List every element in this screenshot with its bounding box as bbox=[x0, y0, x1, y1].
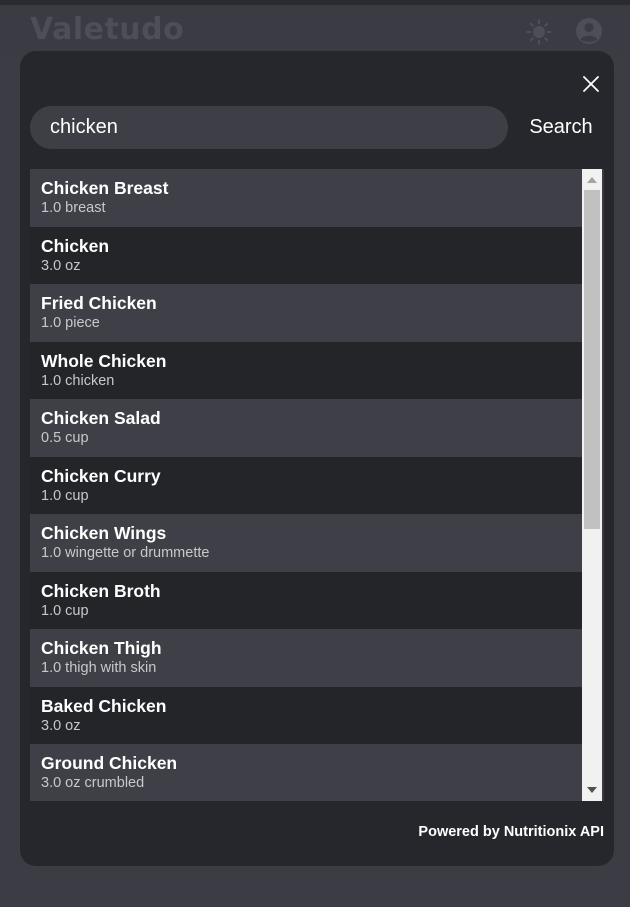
scroll-down-arrow[interactable] bbox=[582, 783, 602, 797]
result-name: Ground Chicken bbox=[41, 753, 178, 773]
result-serving: 1.0 wingette or drummette bbox=[41, 545, 210, 561]
close-icon bbox=[583, 76, 599, 92]
result-serving: 3.0 oz crumbled bbox=[41, 775, 145, 791]
scroll-up-arrow[interactable] bbox=[582, 173, 602, 187]
result-serving: 0.5 cup bbox=[41, 430, 89, 446]
triangle-up-icon bbox=[587, 177, 597, 183]
result-item[interactable]: Chicken Curry 1.0 cup bbox=[30, 456, 582, 514]
search-button[interactable]: Search bbox=[520, 106, 602, 149]
account-button[interactable] bbox=[574, 16, 604, 46]
result-item[interactable]: Ground Chicken 3.0 oz crumbled bbox=[30, 744, 582, 801]
scrollbar-thumb[interactable] bbox=[584, 190, 600, 529]
results-container: Chicken Breast 1.0 breast Chicken 3.0 oz Fri… bbox=[30, 169, 582, 801]
result-name: Chicken Curry bbox=[41, 465, 161, 486]
result-serving: 1.0 cup bbox=[41, 487, 89, 504]
close-button[interactable] bbox=[578, 71, 604, 97]
result-name: Baked Chicken bbox=[41, 695, 167, 716]
result-name: Whole Chicken bbox=[41, 350, 167, 371]
result-serving: 1.0 piece bbox=[41, 315, 100, 331]
result-name: Chicken Breast bbox=[41, 178, 169, 198]
result-item[interactable]: Whole Chicken 1.0 chicken bbox=[30, 341, 582, 399]
result-serving: 1.0 chicken bbox=[41, 372, 115, 389]
app-logo[interactable]: Valetudo bbox=[30, 12, 184, 47]
sun-icon bbox=[526, 19, 552, 45]
result-item[interactable]: Chicken Salad 0.5 cup bbox=[30, 399, 582, 457]
result-serving: 1.0 thigh with skin bbox=[41, 660, 157, 676]
header-top-border bbox=[0, 0, 630, 5]
result-serving: 1.0 breast bbox=[41, 200, 106, 216]
result-name: Chicken Salad bbox=[41, 408, 161, 428]
search-results-list[interactable]: Chicken Breast 1.0 breast Chicken 3.0 oz Fri… bbox=[30, 169, 604, 801]
account-circle-icon bbox=[576, 18, 602, 44]
result-name: Fried Chicken bbox=[41, 293, 157, 313]
food-search-dialog: Search Chicken Breast1.0 breastChicken3.… bbox=[20, 51, 614, 866]
result-name: Chicken Thigh bbox=[41, 638, 162, 658]
result-item[interactable]: Fried Chicken 1.0 piece bbox=[30, 284, 582, 342]
attribution-text: Powered by Nutritionix API bbox=[418, 824, 604, 840]
result-item[interactable]: Chicken Wings 1.0 wingette or drummette bbox=[30, 514, 582, 572]
result-serving: 3.0 oz bbox=[41, 257, 81, 274]
result-name: Chicken Broth bbox=[41, 580, 161, 601]
result-item[interactable]: Baked Chicken 3.0 oz bbox=[30, 686, 582, 744]
theme-toggle-button[interactable] bbox=[524, 17, 554, 47]
results-scrollbar[interactable] bbox=[582, 169, 602, 801]
food-search-input[interactable] bbox=[30, 106, 508, 149]
app-header: Valetudo bbox=[0, 0, 630, 58]
triangle-down-icon bbox=[587, 787, 597, 793]
result-item[interactable]: Chicken 3.0 oz bbox=[30, 226, 582, 284]
result-serving: 3.0 oz bbox=[41, 717, 81, 734]
result-serving: 1.0 cup bbox=[41, 602, 89, 619]
result-item[interactable]: Chicken Broth 1.0 cup bbox=[30, 571, 582, 629]
result-name: Chicken Wings bbox=[41, 523, 167, 543]
result-item[interactable]: Chicken Breast 1.0 breast bbox=[30, 169, 582, 227]
result-item[interactable]: Chicken Thigh 1.0 thigh with skin bbox=[30, 629, 582, 687]
result-name: Chicken bbox=[41, 235, 110, 256]
